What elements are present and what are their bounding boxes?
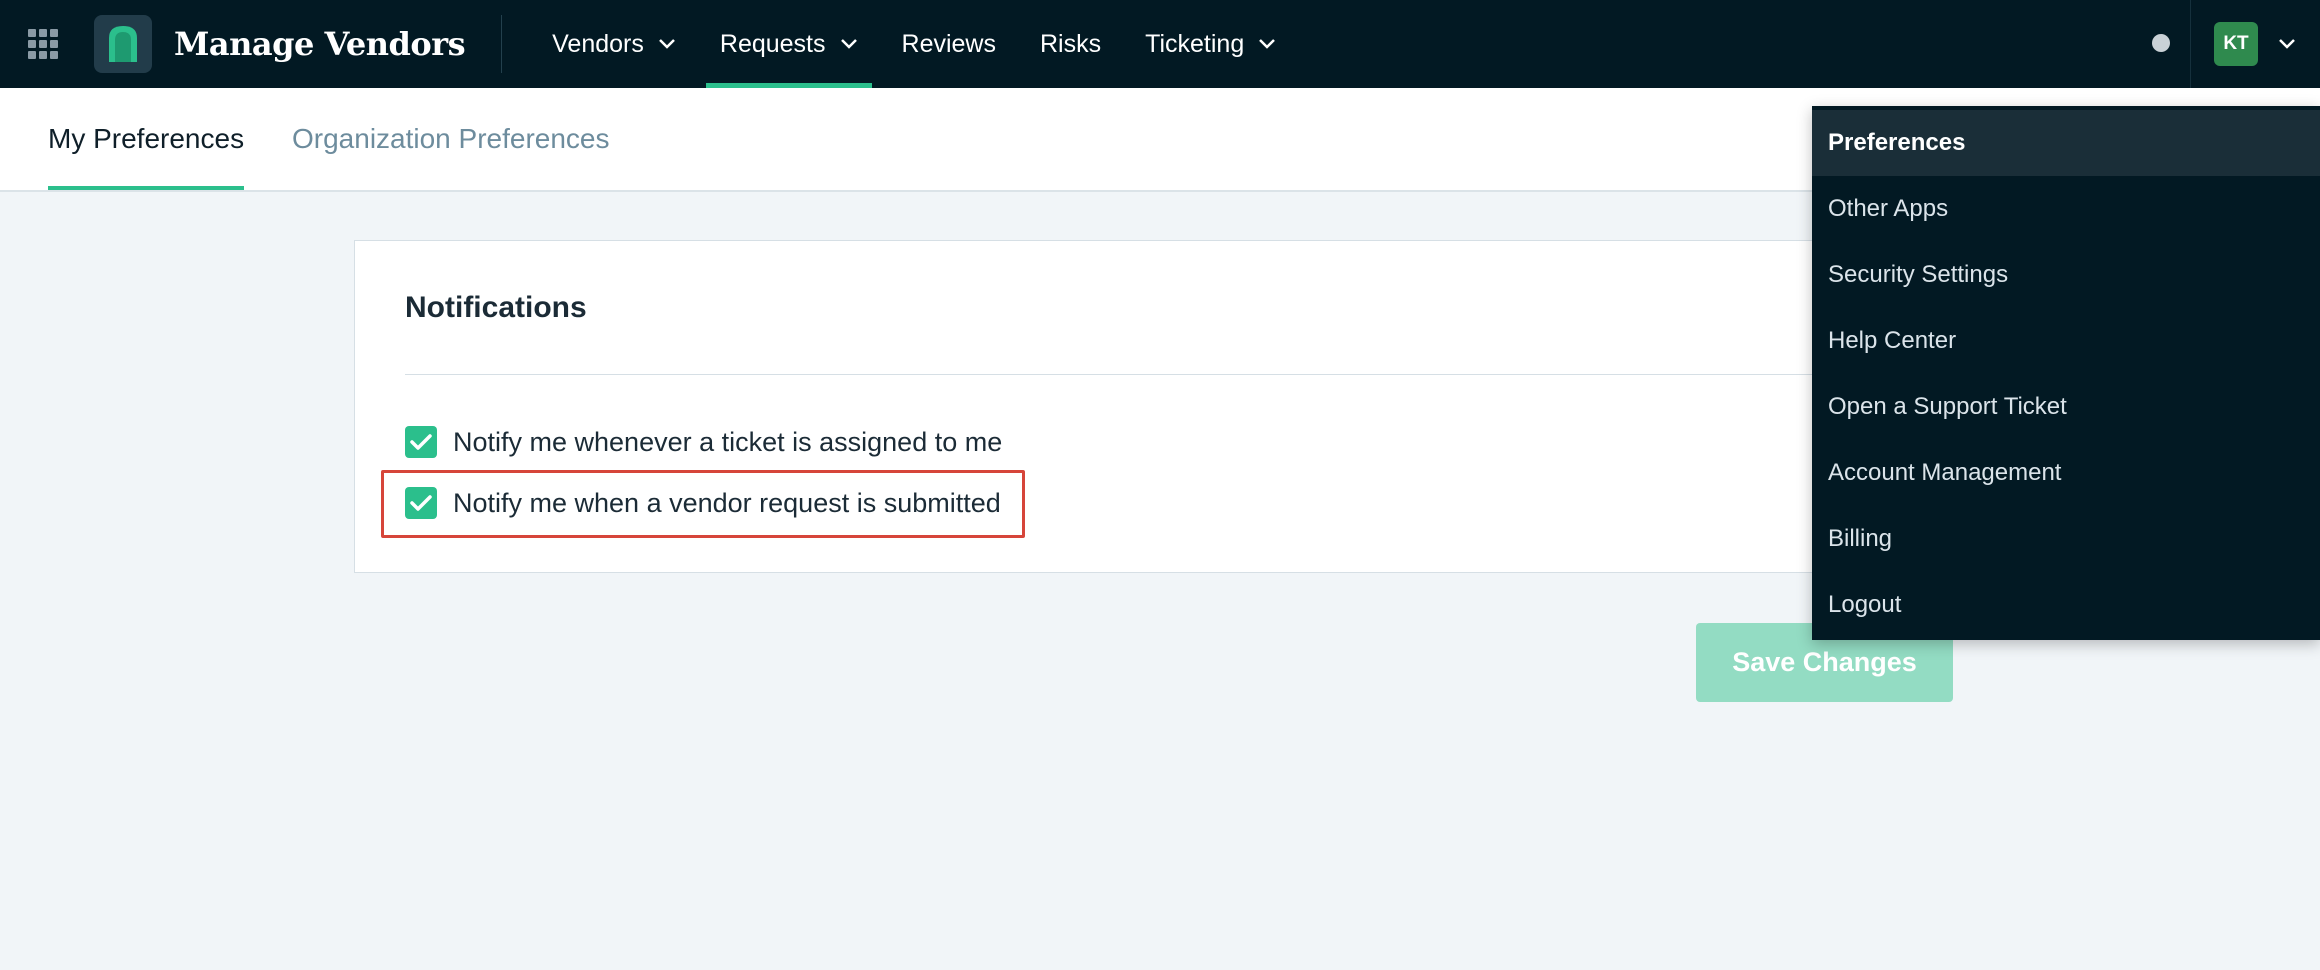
menu-item-help-center[interactable]: Help Center (1812, 308, 2320, 374)
logo-icon[interactable] (94, 15, 152, 73)
nav-vendors[interactable]: Vendors (538, 0, 690, 88)
nav-reviews[interactable]: Reviews (888, 0, 1010, 88)
user-dropdown-menu: Preferences Other Apps Security Settings… (1812, 106, 2320, 640)
checkbox-ticket-assigned[interactable] (405, 426, 437, 458)
nav-vendors-label: Vendors (552, 29, 644, 58)
menu-item-billing[interactable]: Billing (1812, 506, 2320, 572)
nav-ticketing[interactable]: Ticketing (1131, 0, 1290, 88)
nav-requests-label: Requests (719, 29, 826, 58)
status-dot-icon (2152, 34, 2170, 52)
nav-risks-label: Risks (1040, 29, 1102, 58)
main-nav: Vendors Requests Reviews Risks Ticketing (538, 0, 1306, 88)
user-avatar[interactable]: KT (2214, 22, 2258, 66)
menu-item-preferences[interactable]: Preferences (1812, 110, 2320, 176)
checkmark-icon (410, 495, 432, 511)
brand-title: Manage Vendors (174, 25, 466, 63)
notify-ticket-assigned-option[interactable]: Notify me whenever a ticket is assigned … (405, 425, 1002, 459)
brand-divider (501, 15, 503, 73)
chevron-down-icon (659, 39, 675, 49)
chevron-down-icon (840, 39, 857, 49)
notify-vendor-request-option[interactable]: Notify me when a vendor request is submi… (405, 486, 1001, 520)
menu-item-security-settings[interactable]: Security Settings (1812, 242, 2320, 308)
menu-item-open-support-ticket[interactable]: Open a Support Ticket (1812, 374, 2320, 440)
checkbox-vendor-request[interactable] (405, 487, 437, 519)
nav-reviews-label: Reviews (901, 29, 996, 58)
notify-vendor-request-label: Notify me when a vendor request is submi… (453, 487, 1001, 518)
checkmark-icon (410, 434, 432, 450)
tab-my-preferences[interactable]: My Preferences (48, 88, 245, 190)
chevron-down-icon (1259, 39, 1276, 49)
top-navigation-bar: Manage Vendors Vendors Requests Reviews … (0, 0, 2320, 88)
tab-organization-preferences[interactable]: Organization Preferences (292, 88, 610, 190)
notify-ticket-assigned-label: Notify me whenever a ticket is assigned … (453, 426, 1003, 457)
apps-grid-icon[interactable] (28, 29, 58, 59)
menu-item-other-apps[interactable]: Other Apps (1812, 176, 2320, 242)
header-divider (2190, 0, 2191, 88)
menu-item-account-management[interactable]: Account Management (1812, 440, 2320, 506)
user-menu-chevron-icon[interactable] (2278, 38, 2296, 50)
nav-risks[interactable]: Risks (1026, 0, 1115, 88)
menu-item-logout[interactable]: Logout (1812, 572, 2320, 638)
notifications-title: Notifications (405, 291, 587, 324)
nav-requests[interactable]: Requests (705, 0, 872, 88)
nav-ticketing-label: Ticketing (1145, 29, 1245, 58)
